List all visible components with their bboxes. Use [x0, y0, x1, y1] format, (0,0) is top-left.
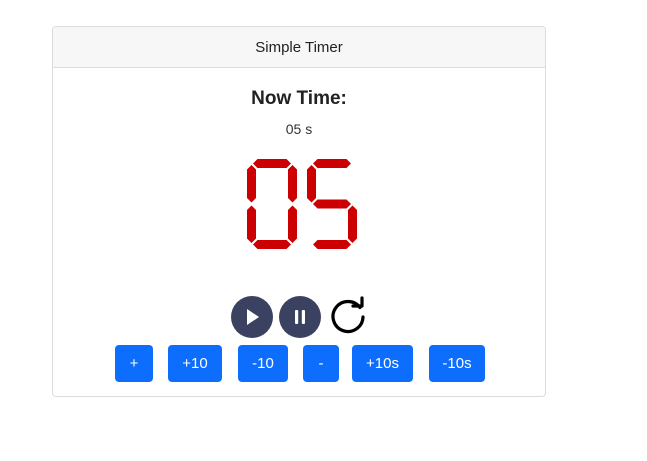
segment-middle	[313, 199, 351, 209]
pause-button[interactable]	[279, 296, 321, 338]
segment-lower-left	[247, 205, 256, 243]
segment-upper-right	[288, 165, 297, 203]
minus-ten-button[interactable]: -10	[238, 345, 288, 382]
segment-lower-right	[348, 205, 357, 243]
card-title: Simple Timer	[255, 38, 343, 56]
now-time-label: Now Time:	[251, 88, 347, 109]
segment-bottom	[253, 240, 291, 249]
now-time-value: 05 s	[285, 121, 313, 137]
play-icon	[247, 309, 259, 325]
card-header: Simple Timer	[53, 27, 545, 68]
plus-ten-seconds-button[interactable]: +10s	[352, 345, 413, 382]
plus-ten-button[interactable]: +10	[168, 345, 222, 382]
adjust-button-row: + +10 -10 - +10s -10s	[53, 345, 545, 382]
timer-controls	[231, 296, 369, 338]
play-button[interactable]	[231, 296, 273, 338]
increment-button[interactable]: +	[115, 345, 153, 382]
minus-ten-seconds-button[interactable]: -10s	[429, 345, 485, 382]
segment-upper-left	[247, 165, 256, 203]
digit-1	[247, 159, 297, 249]
segment-top	[313, 159, 351, 168]
reload-button[interactable]	[327, 296, 369, 338]
card-body: Now Time: 05 s + +10 -10 - +10s -10s	[53, 68, 545, 396]
segment-bottom	[313, 240, 351, 249]
timer-card: Simple Timer Now Time: 05 s + +10 -10 - …	[52, 26, 546, 397]
pause-icon	[295, 310, 305, 324]
seven-segment-display	[247, 159, 357, 249]
decrement-button[interactable]: -	[303, 345, 339, 382]
segment-upper-left	[307, 165, 316, 203]
reload-icon	[331, 296, 365, 334]
segment-top	[253, 159, 291, 168]
segment-lower-right	[288, 205, 297, 243]
digit-2	[307, 159, 357, 249]
